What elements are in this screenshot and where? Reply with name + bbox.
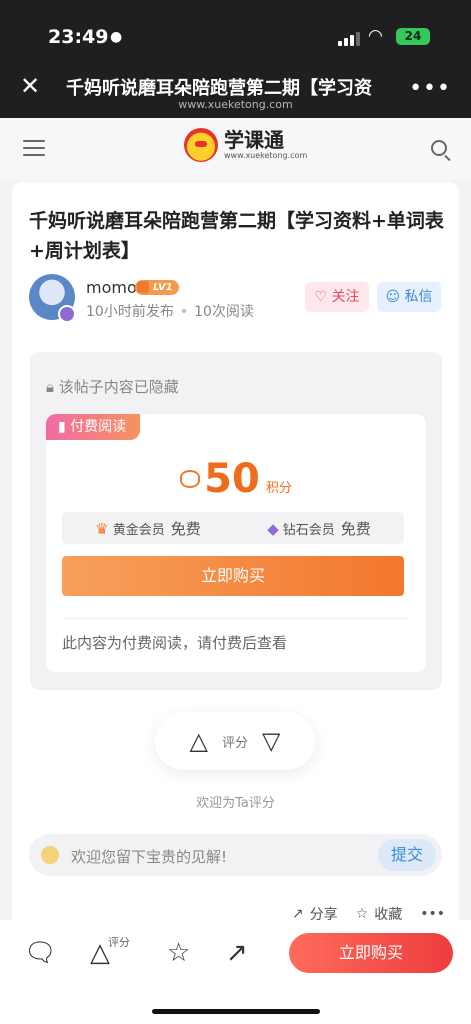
bottom-action-bar: 🗨︎ 评分 △ ☆ ↗ 立即购买 xyxy=(0,920,471,1024)
browser-chrome: 23:49 ● ◠ 24 ✕ 千妈听说磨耳朵陪跑营第二期【学习资 www.xue… xyxy=(0,0,471,118)
clock: 23:49 xyxy=(48,26,109,48)
diamond-icon: ◆ xyxy=(267,519,279,538)
battery-indicator: 24 xyxy=(396,28,430,45)
rooster-logo-icon xyxy=(184,128,218,162)
article-meta: 10小时前发布 • 10次阅读 xyxy=(86,304,254,320)
verified-badge-icon xyxy=(58,305,76,323)
diamond-member-label: 钻石会员 xyxy=(282,522,335,538)
close-icon[interactable]: ✕ xyxy=(20,74,40,98)
hidden-notice: 🔒︎ 该帖子内容已隐藏 xyxy=(46,376,179,397)
browser-url: www.xueketong.com xyxy=(178,98,293,111)
read-count: 10次阅读 xyxy=(194,304,254,320)
share-icon[interactable]: ↗ xyxy=(226,940,248,966)
logo-domain: www.xueketong.com xyxy=(224,151,308,160)
heart-icon: ♡ xyxy=(314,289,328,305)
bottom-buy-button[interactable]: 立即购买 xyxy=(289,933,453,973)
message-label: 私信 xyxy=(404,289,433,305)
menu-icon[interactable] xyxy=(23,140,45,157)
member-prices: ♛ 黄金会员 免费 ◆ 钻石会员 免费 xyxy=(62,512,404,544)
gold-member: ♛ 黄金会员 免费 xyxy=(95,518,200,539)
browser-title: 千妈听说磨耳朵陪跑营第二期【学习资 xyxy=(66,78,372,99)
book-icon: ▮ xyxy=(58,419,66,435)
diamond-member-price: 免费 xyxy=(340,519,371,538)
hidden-content-box: 🔒︎ 该帖子内容已隐藏 ▮ 付费阅读 50 积分 ♛ 黄金会员 免费 ◆ 钻石会员 免费 … xyxy=(30,352,442,690)
star-icon[interactable]: ☆ xyxy=(167,940,190,966)
browser-header: ✕ 千妈听说磨耳朵陪跑营第二期【学习资 www.xueketong.com ••… xyxy=(0,62,471,118)
coin-icon xyxy=(180,470,201,488)
comment-icon[interactable]: 🗨︎ xyxy=(24,940,57,966)
person-icon: ● xyxy=(110,29,123,45)
hidden-notice-text: 该帖子内容已隐藏 xyxy=(58,378,179,396)
chat-icon: ☺ xyxy=(385,289,401,305)
status-bar: 23:49 ● ◠ 24 xyxy=(0,22,471,52)
upvote-icon[interactable]: △ xyxy=(190,729,208,753)
rating-widget: △ 评分 ▽ xyxy=(155,712,315,770)
diamond-member: ◆ 钻石会员 免费 xyxy=(267,518,371,539)
price: 50 积分 xyxy=(46,456,426,502)
price-unit: 积分 xyxy=(265,481,292,496)
submit-button[interactable]: 提交 xyxy=(378,839,436,871)
paid-read-tag: ▮ 付费阅读 xyxy=(46,414,141,440)
price-value: 50 xyxy=(204,456,260,502)
comment-input[interactable]: 欢迎您留下宝贵的见解! 提交 xyxy=(29,834,442,876)
follow-label: 关注 xyxy=(331,289,360,305)
downvote-icon[interactable]: ▽ xyxy=(262,729,280,753)
article-title: 千妈听说磨耳朵陪跑营第二期【学习资料+单词表+周计划表】 xyxy=(29,210,444,262)
upvote-icon[interactable]: △ xyxy=(90,940,110,966)
message-button[interactable]: ☺ 私信 xyxy=(377,282,441,312)
divider xyxy=(62,618,410,619)
wifi-icon: ◠ xyxy=(368,26,383,46)
gold-member-price: 免费 xyxy=(170,519,201,538)
lock-icon: 🔒︎ xyxy=(46,378,54,396)
rating-label: 评分 xyxy=(221,735,248,751)
author-name[interactable]: momo xyxy=(86,278,137,297)
follow-button[interactable]: ♡ 关注 xyxy=(305,282,369,312)
signal-icon xyxy=(338,32,360,46)
comment-placeholder: 欢迎您留下宝贵的见解! xyxy=(71,848,228,866)
gold-member-label: 黄金会员 xyxy=(112,522,165,538)
user-avatar-icon xyxy=(41,846,59,864)
level-badge: LV1 xyxy=(135,280,179,295)
paid-read-card: ▮ 付费阅读 50 积分 ♛ 黄金会员 免费 ◆ 钻石会员 免费 立即购买 此内容为付费阅… xyxy=(46,414,426,672)
more-options-icon[interactable]: ••• xyxy=(409,76,451,101)
bottom-rate-label: 评分 xyxy=(108,936,130,949)
home-indicator xyxy=(152,1009,320,1014)
logo-name: 学课通 xyxy=(224,128,284,152)
paid-read-note: 此内容为付费阅读，请付费后查看 xyxy=(62,634,288,652)
site-logo[interactable]: 学课通 www.xueketong.com xyxy=(184,128,307,162)
crown-icon: ♛ xyxy=(95,519,109,538)
post-time: 10小时前发布 xyxy=(86,304,174,320)
article-card: 千妈听说磨耳朵陪跑营第二期【学习资料+单词表+周计划表】 momo LV1 10… xyxy=(12,182,459,942)
buy-now-button[interactable]: 立即购买 xyxy=(62,556,404,596)
rating-hint: 欢迎为Ta评分 xyxy=(196,796,275,811)
paid-read-label: 付费阅读 xyxy=(70,419,127,435)
site-header: 学课通 www.xueketong.com xyxy=(0,118,471,180)
search-icon[interactable] xyxy=(431,140,447,156)
